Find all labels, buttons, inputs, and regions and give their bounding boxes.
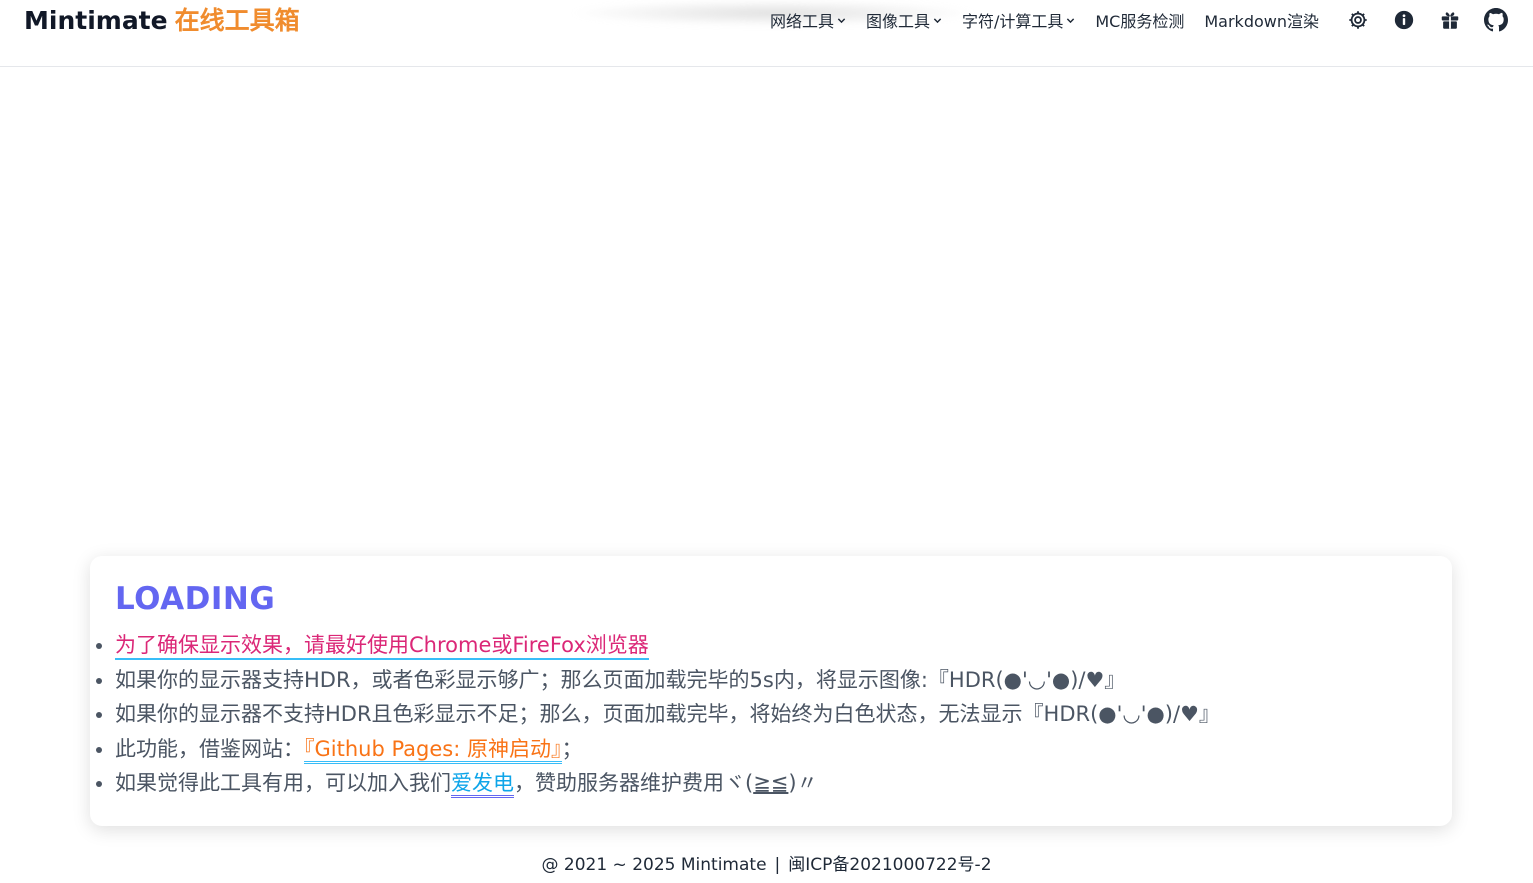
reference-prefix: 此功能，借鉴网站：	[115, 736, 304, 761]
nav-text-calc-tools[interactable]: 字符/计算工具	[962, 8, 1075, 32]
sponsor-prefix: 如果觉得此工具有用，可以加入我们	[115, 771, 451, 795]
info-list: 为了确保显示效果，请最好使用Chrome或FireFox浏览器 如果你的显示器支…	[96, 628, 1427, 801]
list-item: 为了确保显示效果，请最好使用Chrome或FireFox浏览器	[96, 628, 1427, 663]
kaomoji-face: ≧≦	[753, 771, 789, 795]
chevron-down-icon	[933, 17, 942, 23]
icp-link[interactable]: 闽ICP备2021000722号-2	[788, 855, 991, 875]
nav-label: 图像工具	[865, 12, 930, 31]
footer: @ 2021 ~ 2025 Mintimate | 闽ICP备2021000722号…	[0, 850, 1533, 875]
brand-accent: 在线工具箱	[174, 6, 300, 35]
chevron-down-icon	[1067, 17, 1075, 23]
afdian-sponsor-link[interactable]: 爱发电	[451, 771, 514, 798]
browser-recommendation-link[interactable]: 为了确保显示效果，请最好使用Chrome或FireFox浏览器	[115, 633, 649, 660]
nav-label: 网络工具	[769, 12, 834, 31]
reference-site-link[interactable]: 『Github Pages: 原神启动』	[304, 736, 562, 764]
brand-logo[interactable]: Mintimate 在线工具箱	[24, 1, 300, 37]
hdr-supported-text: 如果你的显示器支持HDR，或者色彩显示够广；那么页面加载完毕的5s内，将显示图像…	[115, 667, 1126, 692]
hdr-unsupported-text: 如果你的显示器不支持HDR且色彩显示不足；那么，页面加载完毕，将始终为白色状态，…	[115, 702, 1220, 726]
list-item: 如果你的显示器不支持HDR且色彩显示不足；那么，页面加载完毕，将始终为白色状态，…	[96, 697, 1427, 732]
about-button[interactable]	[1391, 7, 1417, 33]
reference-suffix: ；	[561, 736, 583, 761]
gear-icon	[1349, 11, 1367, 29]
nav-mc-server-check[interactable]: MC服务检测	[1095, 8, 1184, 32]
nav-network-tools[interactable]: 网络工具	[770, 8, 846, 32]
footer-separator: |	[774, 855, 781, 875]
donate-button[interactable]	[1437, 7, 1463, 33]
github-button[interactable]	[1483, 7, 1509, 33]
copyright-text: @ 2021 ~ 2025 Mintimate	[541, 855, 767, 875]
nav-label: Markdown渲染	[1204, 12, 1319, 31]
settings-button[interactable]	[1345, 7, 1371, 33]
top-navbar: Mintimate 在线工具箱 网络工具 图像工具 字符/计算工具 MC服务检测…	[0, 0, 1533, 67]
nav-label: MC服务检测	[1095, 12, 1185, 31]
chevron-down-icon	[837, 17, 846, 23]
main-nav: 网络工具 图像工具 字符/计算工具 MC服务检测 Markdown渲染	[770, 7, 1509, 33]
nav-markdown-render[interactable]: Markdown渲染	[1204, 8, 1319, 32]
list-item: 如果觉得此工具有用，可以加入我们爱发电，赞助服务器维护费用ヾ(≧≦)〃	[96, 766, 1427, 801]
loading-title: LOADING	[115, 581, 276, 617]
nav-image-tools[interactable]: 图像工具	[866, 8, 942, 32]
list-item: 如果你的显示器支持HDR，或者色彩显示够广；那么页面加载完毕的5s内，将显示图像…	[96, 663, 1427, 698]
info-icon	[1394, 10, 1414, 30]
gift-icon	[1441, 12, 1459, 29]
nav-label: 字符/计算工具	[961, 12, 1064, 31]
page: Mintimate 在线工具箱 网络工具 图像工具 字符/计算工具 MC服务检测…	[0, 0, 1533, 883]
sponsor-mid: ，赞助服务器维护费用ヾ(	[514, 771, 754, 795]
brand-name: Mintimate	[24, 6, 168, 35]
github-icon	[1484, 8, 1508, 32]
loading-card: LOADING 为了确保显示效果，请最好使用Chrome或FireFox浏览器 …	[90, 556, 1452, 826]
list-item: 此功能，借鉴网站：『Github Pages: 原神启动』；	[96, 732, 1427, 767]
sponsor-end: )〃	[788, 771, 818, 795]
